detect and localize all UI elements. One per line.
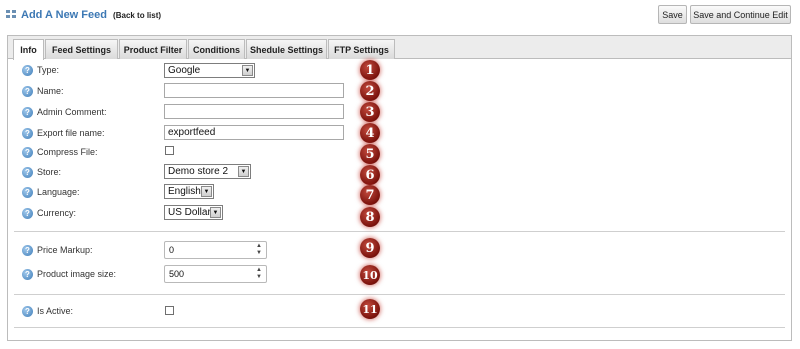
language-select-value: English: [168, 186, 201, 197]
spinner-down-icon[interactable]: ▼: [254, 250, 264, 257]
callout-badge-3: 3: [360, 102, 380, 122]
spinner-up-icon[interactable]: ▲: [254, 243, 264, 250]
currency-select-value: US Dollar: [168, 207, 211, 218]
type-label: Type:: [37, 65, 60, 75]
language-label: Language:: [37, 187, 80, 197]
help-icon[interactable]: ?: [22, 268, 33, 280]
help-icon[interactable]: ?: [22, 106, 33, 118]
help-icon[interactable]: ?: [22, 127, 33, 139]
name-row-label: ? Name:: [22, 84, 64, 98]
type-select[interactable]: Google ▼: [164, 63, 255, 78]
currency-select[interactable]: US Dollar ▼: [164, 205, 223, 220]
type-row-label: ? Type:: [22, 63, 59, 77]
chevron-down-icon: ▼: [242, 65, 253, 76]
help-icon[interactable]: ?: [22, 186, 33, 198]
currency-row-label: ? Currency:: [22, 206, 76, 220]
price-markup-value: 0: [169, 245, 175, 255]
is-active-checkbox[interactable]: [165, 306, 174, 315]
name-label: Name:: [37, 86, 64, 96]
store-select-value: Demo store 2: [168, 166, 229, 177]
store-row-label: ? Store:: [22, 165, 61, 179]
tab-product-filter[interactable]: Product Filter: [119, 39, 187, 59]
export-file-name-row-label: ? Export file name:: [22, 126, 105, 140]
page-header: Add A New Feed (Back to list) Save Save …: [0, 0, 800, 28]
product-image-size-row-label: ? Product image size:: [22, 267, 116, 281]
is-active-label: Is Active:: [37, 306, 74, 316]
chevron-down-icon: ▼: [238, 166, 249, 177]
callout-badge-9: 9: [360, 238, 380, 258]
page-title: Add A New Feed (Back to list): [21, 9, 161, 21]
save-button[interactable]: Save: [658, 5, 687, 24]
product-image-size-value: 500: [169, 269, 185, 279]
callout-badge-1: 1: [360, 60, 380, 80]
help-icon[interactable]: ?: [22, 85, 33, 97]
section-divider: [14, 231, 785, 232]
compress-file-checkbox[interactable]: [165, 146, 174, 155]
callout-badge-2: 2: [360, 81, 380, 101]
feed-list-icon: [6, 10, 18, 20]
spinner-buttons: ▲ ▼: [254, 243, 264, 257]
price-markup-row-label: ? Price Markup:: [22, 243, 93, 257]
tab-feed-settings[interactable]: Feed Settings: [45, 39, 118, 59]
callout-badge-10: 10: [360, 265, 380, 285]
help-icon[interactable]: ?: [22, 166, 33, 178]
callout-badge-7: 7: [360, 185, 380, 205]
help-icon[interactable]: ?: [22, 305, 33, 317]
admin-comment-label: Admin Comment:: [37, 107, 107, 117]
callout-badge-4: 4: [360, 123, 380, 143]
help-icon[interactable]: ?: [22, 207, 33, 219]
product-image-size-label: Product image size:: [37, 269, 117, 279]
spinner-down-icon[interactable]: ▼: [254, 274, 264, 281]
tab-info[interactable]: Info: [13, 39, 44, 60]
help-icon[interactable]: ?: [22, 146, 33, 158]
spinner-up-icon[interactable]: ▲: [254, 267, 264, 274]
spinner-buttons: ▲ ▼: [254, 267, 264, 281]
product-image-size-spinner[interactable]: 500 ▲ ▼: [164, 265, 267, 283]
page-title-text: Add A New Feed: [21, 9, 107, 21]
chevron-down-icon: ▼: [201, 186, 212, 197]
callout-badge-5: 5: [360, 144, 380, 164]
store-select[interactable]: Demo store 2 ▼: [164, 164, 251, 179]
chevron-down-icon: ▼: [210, 207, 221, 218]
feed-form-panel: Info Feed Settings Product Filter Condit…: [7, 35, 792, 341]
tab-shedule-settings[interactable]: Shedule Settings: [246, 39, 327, 59]
export-file-name-label: Export file name:: [37, 128, 105, 138]
save-and-continue-button[interactable]: Save and Continue Edit: [690, 5, 791, 24]
price-markup-label: Price Markup:: [37, 245, 93, 255]
back-to-list-link[interactable]: (Back to list): [113, 11, 161, 20]
help-icon[interactable]: ?: [22, 64, 33, 76]
callout-badge-6: 6: [360, 165, 380, 185]
section-divider: [14, 294, 785, 295]
export-file-name-input[interactable]: [164, 125, 344, 140]
tab-strip: Info Feed Settings Product Filter Condit…: [8, 36, 791, 60]
store-label: Store:: [37, 167, 62, 177]
currency-label: Currency:: [37, 208, 77, 218]
tab-ftp-settings[interactable]: FTP Settings: [328, 39, 395, 59]
name-input[interactable]: [164, 83, 344, 98]
type-select-value: Google: [168, 65, 201, 76]
compress-file-label: Compress File:: [37, 147, 98, 157]
language-row-label: ? Language:: [22, 185, 80, 199]
callout-badge-8: 8: [360, 207, 380, 227]
callout-badge-11: 11: [360, 299, 380, 319]
language-select[interactable]: English ▼: [164, 184, 214, 199]
admin-comment-input[interactable]: [164, 104, 344, 119]
compress-file-row-label: ? Compress File:: [22, 145, 98, 159]
admin-comment-row-label: ? Admin Comment:: [22, 105, 107, 119]
help-icon[interactable]: ?: [22, 244, 33, 256]
is-active-row-label: ? Is Active:: [22, 304, 73, 318]
tab-conditions[interactable]: Conditions: [188, 39, 245, 59]
section-divider: [14, 327, 785, 328]
price-markup-spinner[interactable]: 0 ▲ ▼: [164, 241, 267, 259]
